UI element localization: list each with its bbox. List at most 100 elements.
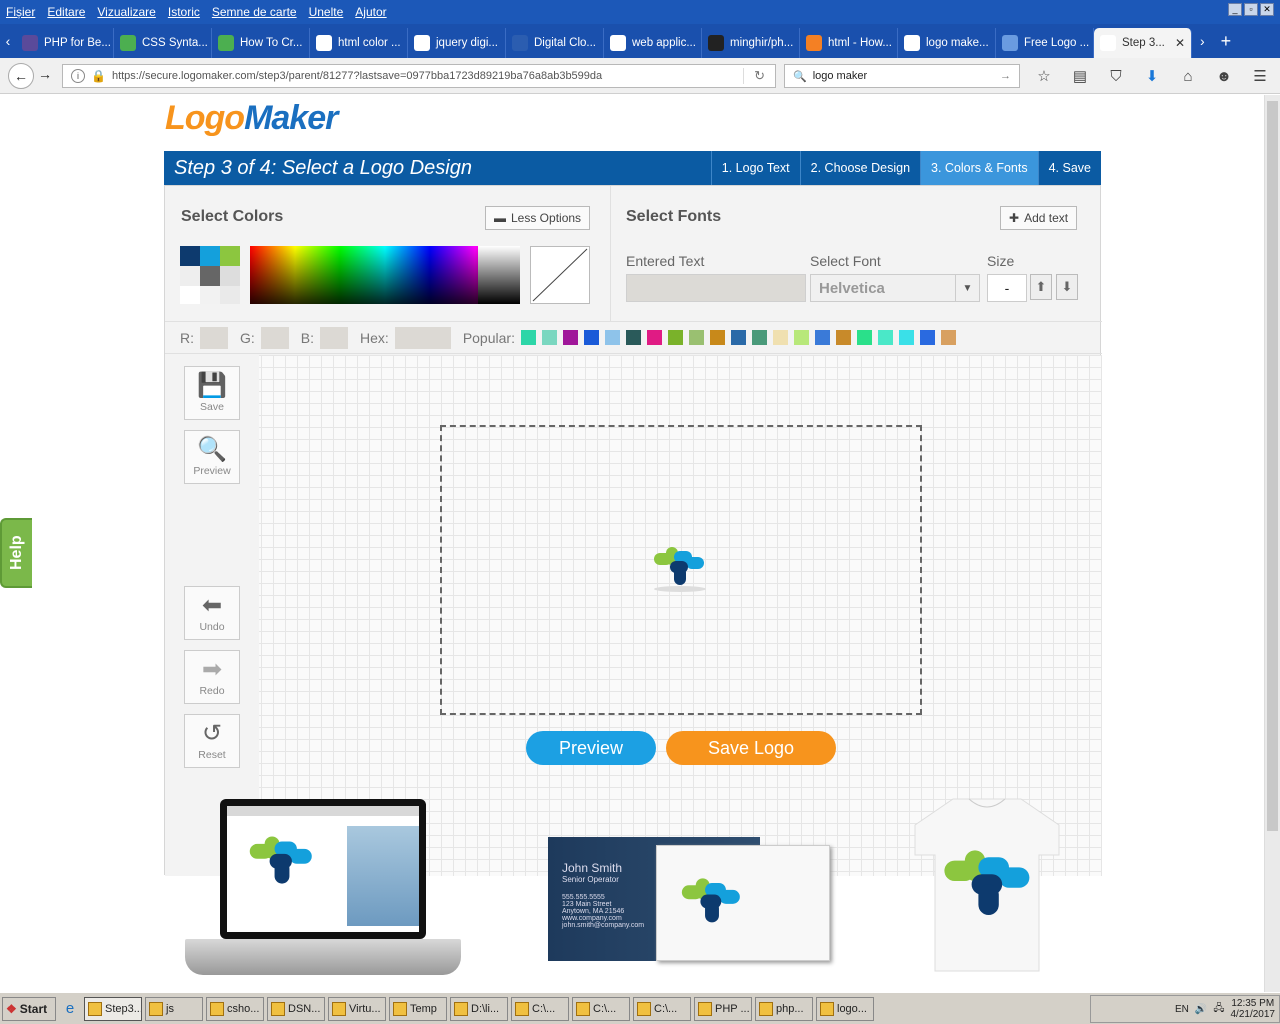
- address-bar[interactable]: i 🔒 https://secure.logomaker.com/step3/p…: [62, 64, 776, 88]
- browser-tab[interactable]: Digital Clo...: [506, 28, 604, 58]
- tabs-scroll-right-icon[interactable]: ›: [1200, 33, 1205, 49]
- popular-color-swatch[interactable]: [709, 330, 725, 345]
- menu-view[interactable]: Vizualizare: [91, 5, 161, 19]
- popular-color-swatch[interactable]: [520, 330, 536, 345]
- step-colors-fonts[interactable]: 3. Colors & Fonts: [920, 151, 1038, 185]
- network-icon[interactable]: 🖧: [1213, 1001, 1224, 1018]
- browser-tab[interactable]: CSS Synta...: [114, 28, 212, 58]
- ie-quicklaunch-icon[interactable]: e: [59, 1000, 81, 1017]
- reading-list-icon[interactable]: ▤: [1068, 64, 1092, 88]
- undo-button[interactable]: ⬅ Undo: [184, 586, 240, 640]
- menu-edit[interactable]: Editare: [41, 5, 91, 19]
- help-tab[interactable]: Help: [0, 518, 32, 588]
- popular-color-swatch[interactable]: [919, 330, 935, 345]
- browser-tab[interactable]: minghir/ph...: [702, 28, 800, 58]
- color-swatch[interactable]: [200, 286, 220, 304]
- popular-color-swatch[interactable]: [772, 330, 788, 345]
- close-window-button[interactable]: ✕: [1260, 3, 1274, 16]
- browser-tab[interactable]: jquery digi...: [408, 28, 506, 58]
- preview-button[interactable]: Preview: [526, 731, 656, 765]
- popular-color-swatch[interactable]: [940, 330, 956, 345]
- logo-canvas[interactable]: [440, 425, 922, 715]
- popular-color-swatch[interactable]: [856, 330, 872, 345]
- color-swatch[interactable]: [220, 246, 240, 266]
- popular-color-swatch[interactable]: [835, 330, 851, 345]
- pocket-icon[interactable]: ⛉: [1104, 64, 1128, 88]
- popular-color-swatch[interactable]: [814, 330, 830, 345]
- new-tab-button[interactable]: +: [1221, 31, 1232, 52]
- taskbar-item[interactable]: csho...: [206, 996, 264, 1021]
- chevron-down-icon[interactable]: ▼: [955, 275, 979, 301]
- popular-color-swatch[interactable]: [625, 330, 641, 345]
- color-swatch[interactable]: [180, 266, 200, 286]
- browser-tab[interactable]: PHP for Be...: [16, 28, 114, 58]
- taskbar-item[interactable]: Virtu...: [328, 996, 386, 1021]
- step-choose-design[interactable]: 2. Choose Design: [799, 151, 920, 185]
- reload-icon[interactable]: ↻: [743, 68, 775, 84]
- downloads-icon[interactable]: ⬇: [1140, 64, 1164, 88]
- taskbar-item[interactable]: PHP ...: [694, 996, 752, 1021]
- menu-history[interactable]: Istoric: [162, 5, 206, 19]
- taskbar-item[interactable]: js: [145, 996, 203, 1021]
- redo-button[interactable]: ➡ Redo: [184, 650, 240, 704]
- popular-color-swatch[interactable]: [541, 330, 557, 345]
- popular-color-swatch[interactable]: [898, 330, 914, 345]
- scrollbar-thumb[interactable]: [1267, 101, 1278, 831]
- taskbar-item[interactable]: Step3...: [84, 996, 142, 1021]
- popular-color-swatch[interactable]: [751, 330, 767, 345]
- font-select[interactable]: Helvetica ▼: [810, 274, 980, 302]
- size-down-arrow-icon[interactable]: ⬇: [1056, 274, 1078, 300]
- browser-tab[interactable]: html color ...: [310, 28, 408, 58]
- add-text-button[interactable]: ✚ Add text: [1000, 206, 1078, 230]
- tabs-scroll-left-icon[interactable]: ‹: [0, 33, 16, 49]
- search-go-icon[interactable]: →: [1000, 70, 1011, 82]
- taskbar-item[interactable]: DSN...: [267, 996, 325, 1021]
- taskbar-item[interactable]: logo...: [816, 996, 874, 1021]
- color-swatch[interactable]: [180, 286, 200, 304]
- menu-help[interactable]: Ajutor: [349, 5, 392, 19]
- color-swatch[interactable]: [200, 266, 220, 286]
- chat-icon[interactable]: ☻: [1212, 64, 1236, 88]
- popular-color-swatch[interactable]: [793, 330, 809, 345]
- browser-tab[interactable]: How To Cr...: [212, 28, 310, 58]
- size-up-arrow-icon[interactable]: ⬆: [1030, 274, 1052, 300]
- bookmark-star-icon[interactable]: ☆: [1032, 64, 1056, 88]
- taskbar-item[interactable]: Temp: [389, 996, 447, 1021]
- taskbar-item[interactable]: C:\...: [572, 996, 630, 1021]
- language-indicator[interactable]: EN: [1175, 1004, 1189, 1015]
- menu-bookmarks[interactable]: Semne de carte: [206, 5, 303, 19]
- popular-color-swatch[interactable]: [646, 330, 662, 345]
- popular-color-swatch[interactable]: [877, 330, 893, 345]
- save-logo-button[interactable]: Save Logo: [666, 731, 836, 765]
- color-swatch[interactable]: [220, 266, 240, 286]
- color-swatch[interactable]: [220, 286, 240, 304]
- browser-tab[interactable]: Free Logo ...: [996, 28, 1094, 58]
- g-input[interactable]: [260, 326, 289, 349]
- restore-button[interactable]: ▫: [1244, 3, 1258, 16]
- back-button[interactable]: ←: [8, 63, 34, 89]
- size-input[interactable]: -: [987, 274, 1027, 302]
- taskbar-item[interactable]: C:\...: [633, 996, 691, 1021]
- less-options-button[interactable]: ▬ Less Options: [485, 206, 591, 230]
- popular-color-swatch[interactable]: [562, 330, 578, 345]
- taskbar-item[interactable]: C:\...: [511, 996, 569, 1021]
- popular-color-swatch[interactable]: [583, 330, 599, 345]
- hex-input[interactable]: [394, 326, 451, 349]
- step-save[interactable]: 4. Save: [1037, 151, 1101, 185]
- popular-color-swatch[interactable]: [688, 330, 704, 345]
- menu-file[interactable]: Fișier: [0, 5, 41, 19]
- taskbar-item[interactable]: php...: [755, 996, 813, 1021]
- step-logo-text[interactable]: 1. Logo Text: [710, 151, 800, 185]
- preview-tool-button[interactable]: 🔍 Preview: [184, 430, 240, 484]
- url-text[interactable]: https://secure.logomaker.com/step3/paren…: [112, 70, 602, 82]
- save-tool-button[interactable]: 💾 Save: [184, 366, 240, 420]
- clock[interactable]: 12:35 PM 4/21/2017: [1231, 998, 1276, 1020]
- browser-tab[interactable]: web applic...: [604, 28, 702, 58]
- grayscale-picker[interactable]: [478, 246, 520, 304]
- browser-tab[interactable]: Step 3... ✕: [1094, 28, 1192, 58]
- reset-button[interactable]: ↺ Reset: [184, 714, 240, 768]
- no-color-swatch[interactable]: [530, 246, 590, 304]
- b-input[interactable]: [320, 326, 349, 349]
- home-icon[interactable]: ⌂: [1176, 64, 1200, 88]
- logomaker-logo[interactable]: LogoMaker: [165, 99, 338, 138]
